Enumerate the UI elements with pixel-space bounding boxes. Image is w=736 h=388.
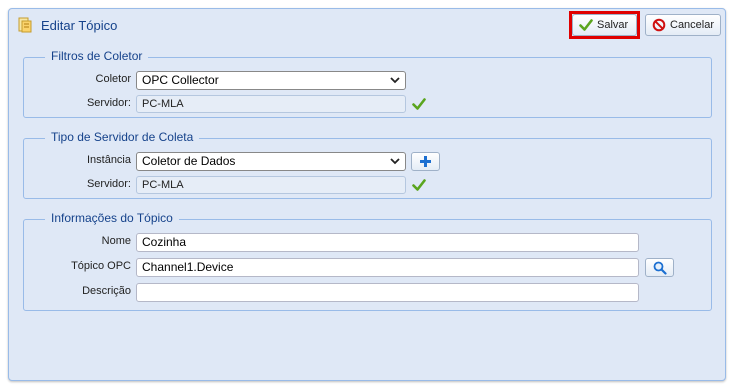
topic-info-fieldset: Informações do Tópico Nome Cozinha Tópic…: [23, 211, 712, 311]
chevron-down-icon: [390, 77, 400, 84]
save-button-label: Salvar: [597, 19, 629, 31]
topic-folder-icon: [18, 17, 32, 33]
magnifier-icon: [653, 261, 667, 275]
instance-select-value: Coletor de Dados: [142, 154, 236, 168]
collector-filters-legend: Filtros de Coletor: [45, 49, 149, 63]
prohibited-icon: [652, 18, 666, 32]
plus-icon: [420, 156, 431, 167]
edit-topic-window: Editar Tópico Salvar Cancelar Filtros de…: [8, 8, 726, 381]
checkmark-icon: [579, 19, 593, 31]
cancel-button-label: Cancelar: [670, 19, 715, 31]
window-title: Editar Tópico: [41, 18, 118, 33]
add-instance-button[interactable]: [411, 152, 440, 171]
green-check-icon: [412, 179, 426, 191]
name-label: Nome: [101, 235, 131, 247]
save-button[interactable]: Salvar: [572, 14, 637, 36]
collector-server-value: PC-MLA: [142, 98, 184, 110]
collector-server-label: Servidor:: [86, 97, 131, 109]
cancel-button[interactable]: Cancelar: [645, 14, 721, 36]
chevron-down-icon: [390, 158, 400, 165]
server-type-fieldset: Tipo de Servidor de Coleta Instância Col…: [23, 130, 712, 199]
topic-info-legend: Informações do Tópico: [45, 211, 179, 225]
name-input-value: Cozinha: [142, 235, 187, 249]
instance-label: Instância: [86, 154, 131, 166]
description-input[interactable]: [136, 283, 639, 302]
collector-server-field: PC-MLA: [136, 95, 406, 113]
collector-select[interactable]: OPC Collector: [136, 71, 406, 90]
collector-select-value: OPC Collector: [142, 73, 219, 87]
opc-topic-label: Tópico OPC: [71, 260, 131, 272]
instance-select[interactable]: Coletor de Dados: [136, 152, 406, 171]
instance-server-value: PC-MLA: [142, 179, 184, 191]
description-label: Descrição: [82, 285, 131, 297]
green-check-icon: [412, 98, 426, 110]
opc-topic-input[interactable]: Channel1.Device: [136, 258, 639, 277]
name-input[interactable]: Cozinha: [136, 233, 639, 252]
search-opc-topic-button[interactable]: [645, 258, 674, 277]
collector-filters-fieldset: Filtros de Coletor Coletor OPC Collector…: [23, 49, 712, 118]
instance-server-field: PC-MLA: [136, 176, 406, 194]
collector-label: Coletor: [95, 73, 131, 85]
server-type-legend: Tipo de Servidor de Coleta: [45, 130, 200, 144]
opc-topic-input-value: Channel1.Device: [142, 260, 234, 274]
instance-server-label: Servidor:: [86, 178, 131, 190]
